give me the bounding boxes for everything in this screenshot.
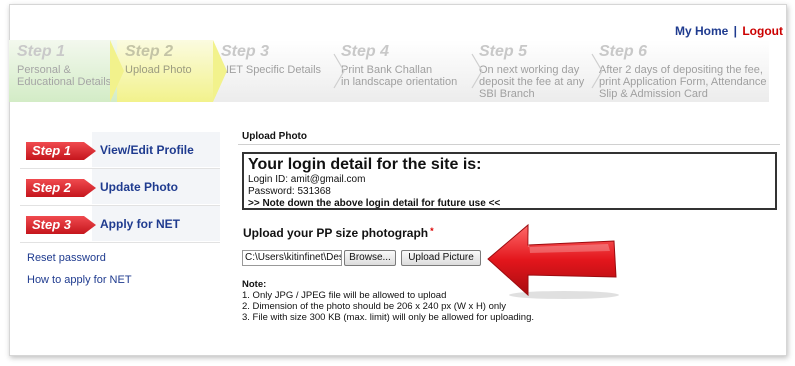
step-badge: Step 2 [26,177,96,199]
link-separator: | [733,24,737,38]
login-details-box: Your login detail for the site is: Login… [242,152,777,210]
step-4-line: in landscape orientation [341,76,458,88]
login-password: Password: 531368 [248,186,331,197]
step-badge: Step 3 [26,214,96,236]
step-2: Step 2 Upload Photo [117,40,213,102]
chevron-right-icon [471,53,483,89]
login-heading: Your login detail for the site is: [248,156,482,173]
step-5-number: Step 5 [479,43,528,60]
step-badge-label: Step 1 [32,143,72,158]
browse-button[interactable]: Browse... [344,250,396,266]
note-heading: Note: [242,279,267,290]
step-2-line: Upload Photo [125,64,192,76]
login-note: >> Note down the above login detail for … [248,198,501,209]
step-badge: Step 1 [26,140,96,162]
nav-item-view-edit-profile[interactable]: Step 1 View/Edit Profile [20,132,220,169]
step-1-description: Personal & Educational Details [17,64,111,88]
help-links: Reset password How to apply for NET [27,252,132,296]
step-4-line: Print Bank Challan [341,64,433,76]
step-4: Step 4 Print Bank Challan in landscape o… [333,40,471,102]
steps-progress-bar: Step 1 Personal & Educational Details St… [9,40,769,102]
upload-notes: Note: 1. Only JPG / JPEG file will be al… [242,279,534,323]
step-6-description: After 2 days of depositing the fee, prin… [599,64,767,100]
login-id: Login ID: amit@gmail.com [248,174,366,185]
nav-item-update-photo[interactable]: Step 2 Update Photo [20,169,220,206]
upload-heading: Upload your PP size photograph * [243,226,434,240]
step-5: Step 5 On next working day deposit the f… [471,40,591,102]
step-3-line: NET Specific Details [221,64,322,76]
upload-picture-button[interactable]: Upload Picture [401,250,481,266]
nav-label: Update Photo [100,180,178,194]
side-nav: Step 1 View/Edit Profile Step 2 Update P… [20,132,220,243]
upload-heading-text: Upload your PP size photograph [243,226,429,240]
step-1-line: Personal & [17,64,71,76]
nav-item-apply-for-net[interactable]: Step 3 Apply for NET [20,206,220,243]
step-5-line: On next working day [479,64,580,76]
nav-label: View/Edit Profile [100,143,194,157]
step-6-line: print Application Form, Attendance [599,76,767,88]
step-6-line: After 2 days of depositing the fee, [599,64,763,76]
step-4-number: Step 4 [341,43,390,60]
reset-password-link[interactable]: Reset password [27,252,132,264]
step-2-description: Upload Photo [125,64,192,76]
nav-label: Apply for NET [100,217,180,231]
file-path-input[interactable]: C:\Users\kitinfinet\Des [242,250,342,266]
chevron-right-icon [213,40,227,102]
note-line: 2. Dimension of the photo should be 206 … [242,301,507,312]
required-mark: * [430,226,434,236]
step-1-number: Step 1 [17,43,66,60]
section-title: Upload Photo [242,131,307,142]
note-line: 3. File with size 300 KB (max. limit) wi… [242,312,534,323]
step-2-number: Step 2 [125,43,174,60]
step-5-line: deposit the fee at any [479,76,585,88]
step-4-description: Print Bank Challan in landscape orientat… [341,64,457,88]
step-badge-label: Step 2 [32,180,72,195]
step-3: Step 3 NET Specific Details [213,40,333,102]
step-5-description: On next working day deposit the fee at a… [479,64,584,100]
step-6: Step 6 After 2 days of depositing the fe… [591,40,769,102]
step-3-description: NET Specific Details [221,64,321,76]
chevron-right-icon [333,53,345,89]
how-to-apply-link[interactable]: How to apply for NET [27,274,132,286]
step-badge-label: Step 3 [32,217,72,232]
step-3-number: Step 3 [221,43,270,60]
step-6-number: Step 6 [599,43,648,60]
chevron-right-icon [591,53,603,89]
top-links: My Home | Logout [675,24,783,38]
my-home-link[interactable]: My Home [675,24,728,38]
note-line: 1. Only JPG / JPEG file will be allowed … [242,290,447,301]
chevron-right-icon [110,40,124,102]
step-6-line: Slip & Admission Card [599,88,708,100]
divider [238,144,780,145]
logout-link[interactable]: Logout [742,24,783,38]
step-5-line: SBI Branch [479,88,535,100]
step-1: Step 1 Personal & Educational Details [9,40,117,102]
step-1-line: Educational Details [17,76,112,88]
